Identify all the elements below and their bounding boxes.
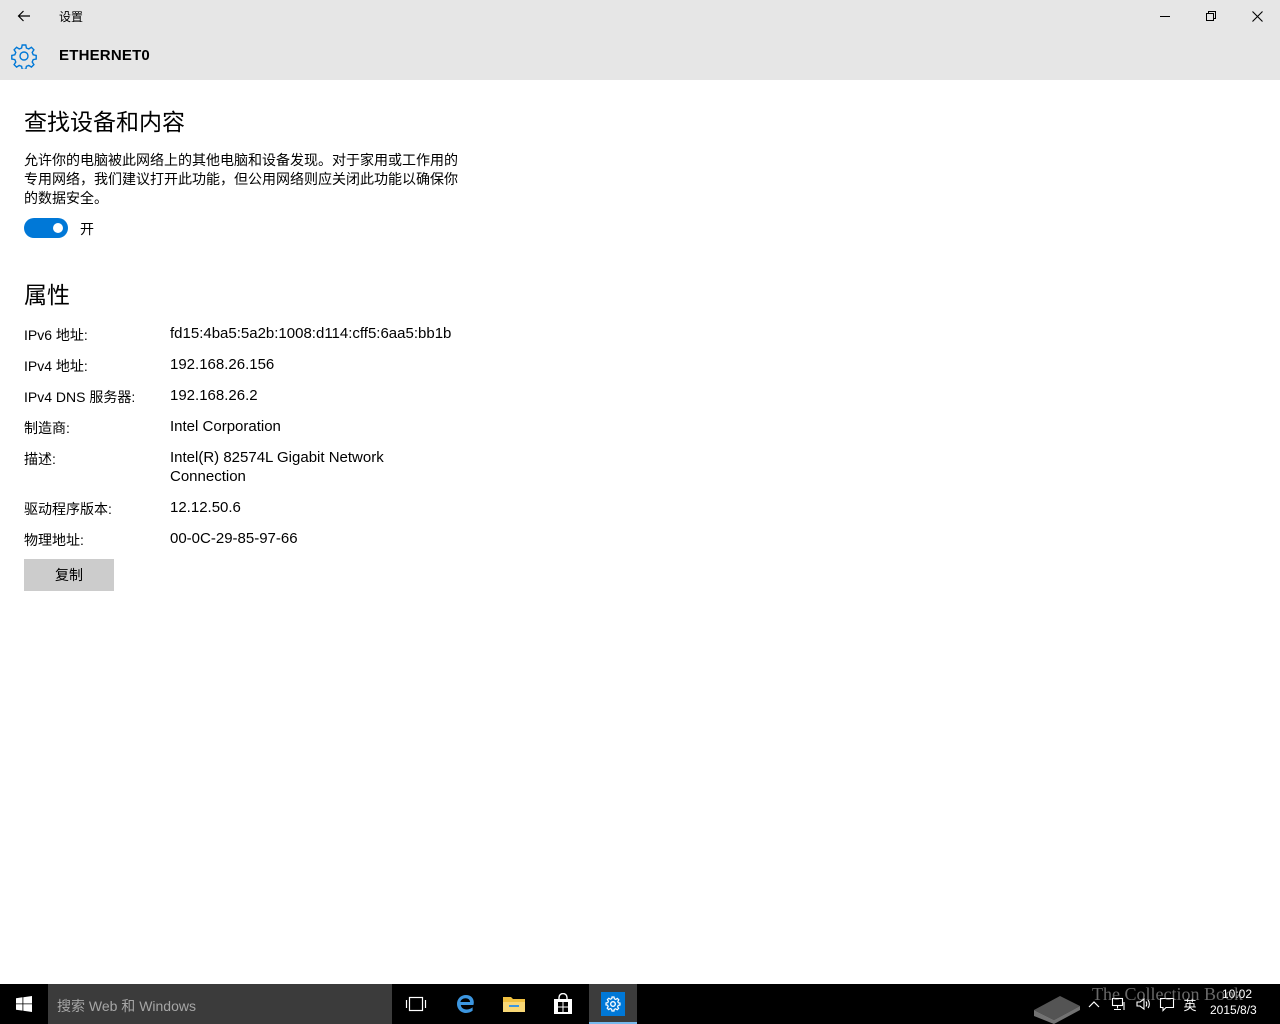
volume-tray-button[interactable] [1134,996,1152,1012]
title-bar: 设置 [0,0,1280,32]
clock-date[interactable]: 2015/8/3 [1210,1003,1257,1017]
edge-button[interactable] [442,984,490,1024]
file-explorer-icon [503,997,525,1012]
speaker-icon [1136,997,1150,1011]
start-button[interactable] [0,984,48,1024]
edge-icon [457,995,474,1013]
ipv4-label: IPv4 地址: [24,358,88,374]
ipv6-value: fd15:4ba5:5a2b:1008:d114:cff5:6aa5:bb1b [170,325,452,342]
driver-version-value: 12.12.50.6 [170,499,241,516]
driver-version-label: 驱动程序版本: [24,501,112,517]
windows-logo-icon [16,996,32,1012]
gear-icon [11,44,37,69]
ipv6-label: IPv6 地址: [24,327,88,343]
minimize-icon [1160,16,1170,17]
discovery-section-title: 查找设备和内容 [24,109,185,135]
description-value: Intel(R) 82574L Gigabit Network Connecti… [170,449,384,485]
network-discovery-toggle[interactable] [24,218,68,238]
store-icon [554,993,572,1014]
taskbar: 搜索 Web 和 Windows 英 10:02 2015/8/3 [0,984,1280,1024]
settings-icon [605,996,621,1012]
toggle-knob [53,223,63,233]
ipv4-value: 192.168.26.156 [170,356,275,373]
show-hidden-icons-button[interactable] [1086,996,1102,1012]
physical-address-value: 00-0C-29-85-97-66 [170,530,298,547]
file-explorer-button[interactable] [490,984,538,1024]
chevron-up-icon [1088,1001,1100,1008]
taskbar-search-box[interactable]: 搜索 Web 和 Windows [48,984,392,1024]
settings-tile [601,992,625,1016]
network-tray-button[interactable] [1110,996,1128,1012]
back-button[interactable] [0,0,48,32]
store-button[interactable] [539,984,587,1024]
back-arrow-icon [17,10,30,22]
description-label: 描述: [24,451,56,467]
restore-button[interactable] [1188,0,1234,32]
close-icon [1251,10,1263,22]
task-view-button[interactable] [392,984,440,1024]
physical-address-label: 物理地址: [24,532,84,548]
manufacturer-label: 制造商: [24,420,70,436]
manufacturer-value: Intel Corporation [170,418,281,435]
properties-section-title: 属性 [24,282,70,308]
copy-button[interactable]: 复制 [24,559,114,591]
ipv4-dns-label: IPv4 DNS 服务器: [24,389,136,405]
ipv4-dns-value: 192.168.26.2 [170,387,258,404]
notification-icon [1159,997,1175,1012]
discovery-description: 允许你的电脑被此网络上的其他电脑和设备发现。对于家用或工作用的专用网络，我们建议… [24,152,458,206]
settings-taskbar-button[interactable] [589,984,637,1024]
minimize-button[interactable] [1142,0,1188,32]
clock-time[interactable]: 10:02 [1222,987,1252,1001]
restore-icon [1206,11,1216,21]
search-placeholder: 搜索 Web 和 Windows [57,998,196,1014]
network-icon [1111,997,1125,1011]
page-header: ETHERNET0 [0,32,1280,80]
page-title: ETHERNET0 [59,47,150,64]
close-button[interactable] [1234,0,1280,32]
input-method-indicator[interactable]: 英 [1182,996,1198,1013]
toggle-state-label: 开 [80,221,94,237]
app-title: 设置 [59,10,84,24]
action-center-button[interactable] [1158,996,1176,1012]
task-view-icon [405,996,427,1012]
